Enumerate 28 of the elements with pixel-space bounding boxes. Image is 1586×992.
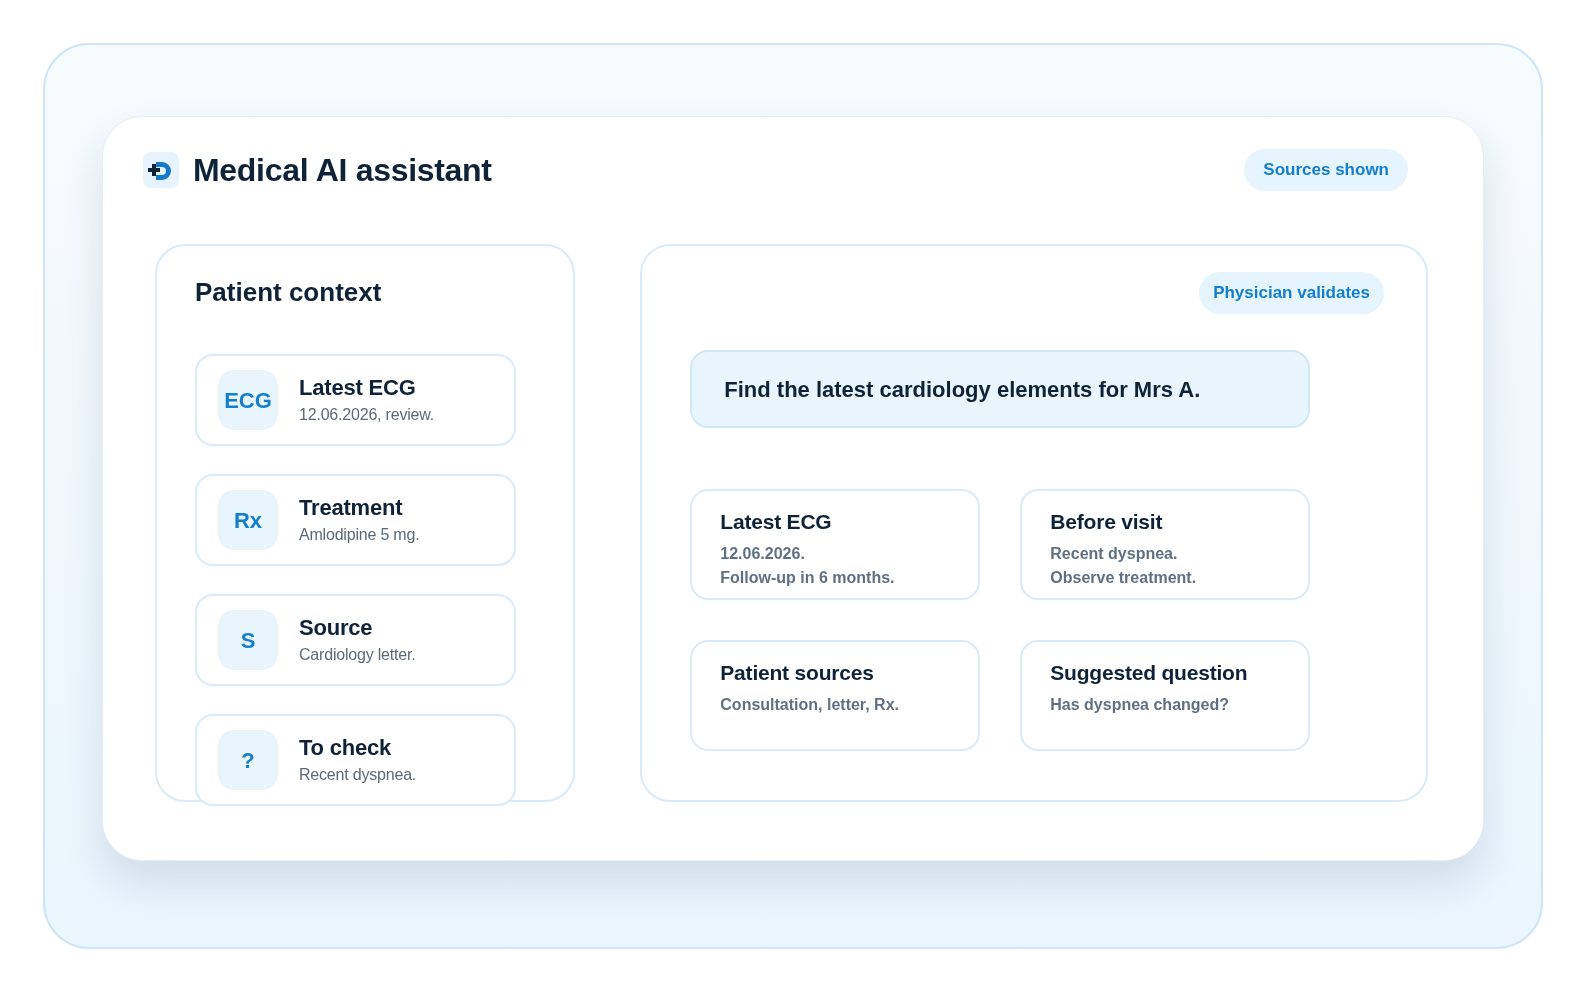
abbreviation-tile: Rx [218,490,278,550]
card-detail: Cardiology letter. [299,645,416,665]
card-text: Follow-up in 6 months. [720,568,896,588]
card-title: Treatment [299,494,404,522]
panel-title: Patient context [195,276,383,308]
card-title: Source [299,614,374,642]
status-pill: Physician validates [1199,272,1384,314]
app-title: Medical AI assistant [193,151,492,190]
abbreviation-tile: S [218,610,278,670]
abbreviation-tile: ECG [218,370,278,430]
card-title: Suggested question [1050,660,1249,686]
card-text: 12.06.2026. [720,544,806,564]
card-text: Has dyspnea changed? [1050,695,1230,715]
card-title: Patient sources [720,660,875,686]
logo-icon [143,152,179,188]
abbreviation-tile: ? [218,730,278,790]
status-pill: Sources shown [1244,149,1408,191]
card-detail: 12.06.2026, review. [299,405,434,425]
card-title: To check [299,734,393,762]
query-box: Find the latest cardiology elements for Mrs A. [690,350,1311,428]
card-detail: Amlodipine 5 mg. [299,525,420,545]
card-title: Latest ECG [720,509,833,535]
card-detail: Recent dyspnea. [299,765,417,785]
card-title: Before visit [1050,509,1164,535]
card-text: Consultation, letter, Rx. [720,695,900,715]
card-text: Observe treatment. [1050,568,1198,588]
card-text: Recent dyspnea. [1050,544,1179,564]
card-title: Latest ECG [299,374,417,402]
